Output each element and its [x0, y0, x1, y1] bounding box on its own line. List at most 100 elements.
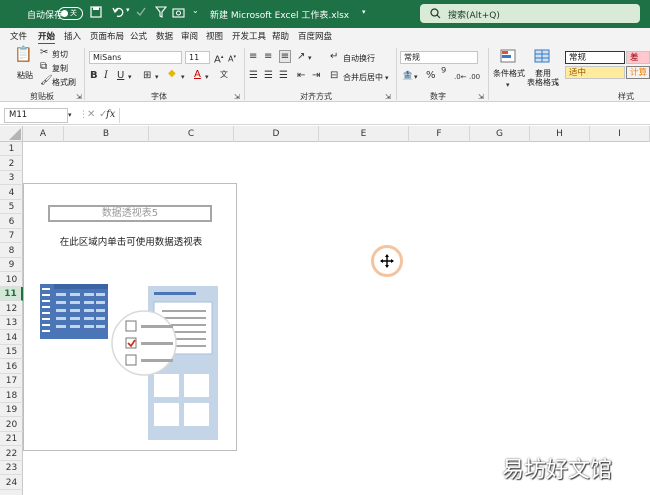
merge-dropdown-icon[interactable]: ▾: [385, 72, 389, 84]
wrap-text-button[interactable]: 自动换行: [343, 53, 375, 64]
row-header-17[interactable]: 17: [0, 374, 23, 388]
number-format-select[interactable]: 常规: [400, 51, 478, 64]
tab-developer[interactable]: 开发工具: [232, 30, 266, 42]
row-header-16[interactable]: 16: [0, 360, 23, 374]
increase-decimal-icon[interactable]: .0←: [454, 71, 467, 83]
paste-icon[interactable]: 📋: [14, 47, 33, 62]
align-middle-icon[interactable]: ≡: [264, 51, 272, 63]
decrease-decimal-icon[interactable]: .00: [469, 71, 480, 83]
formula-input[interactable]: [119, 108, 650, 123]
clipboard-launcher-icon[interactable]: ⇲: [76, 91, 82, 103]
row-header-11[interactable]: 11: [0, 287, 23, 301]
merge-icon[interactable]: ⊟: [330, 70, 338, 82]
conditional-format-dropdown-icon[interactable]: ▾: [506, 79, 510, 91]
merge-center-button[interactable]: 合并后居中: [343, 72, 383, 83]
borders-icon[interactable]: ⊞: [143, 70, 151, 82]
copy-icon[interactable]: ⧉: [40, 61, 47, 73]
orientation-dropdown-icon[interactable]: ▾: [308, 52, 312, 64]
format-painter-button[interactable]: 格式刷: [52, 77, 76, 88]
align-top-icon[interactable]: ≡: [249, 51, 257, 63]
row-header-8[interactable]: 8: [0, 244, 23, 258]
row-header-6[interactable]: 6: [0, 215, 23, 229]
search-box[interactable]: 搜索(Alt+Q): [420, 4, 640, 23]
row-header-20[interactable]: 20: [0, 418, 23, 432]
column-header-g[interactable]: G: [470, 126, 530, 142]
column-header-d[interactable]: D: [234, 126, 319, 142]
wrap-text-icon[interactable]: ↵: [330, 51, 338, 63]
fill-color-dropdown-icon[interactable]: ▾: [181, 71, 185, 83]
row-header-2[interactable]: 2: [0, 157, 23, 171]
align-right-icon[interactable]: ☰: [279, 70, 288, 82]
column-header-a[interactable]: A: [23, 126, 64, 142]
tab-formulas[interactable]: 公式: [130, 30, 147, 42]
row-header-21[interactable]: 21: [0, 432, 23, 446]
currency-dropdown-icon[interactable]: ▾: [414, 71, 418, 83]
pivot-table-placeholder[interactable]: 数据透视表5 在此区域内单击可使用数据透视表: [23, 183, 237, 451]
row-header-15[interactable]: 15: [0, 345, 23, 359]
cancel-icon[interactable]: ✕: [87, 109, 95, 121]
scissors-icon[interactable]: ✂: [40, 47, 48, 59]
paste-button[interactable]: 粘贴: [17, 70, 33, 81]
conditional-format-button[interactable]: 条件格式: [493, 68, 525, 79]
row-header-22[interactable]: 22: [0, 447, 23, 461]
underline-dropdown-icon[interactable]: ▾: [128, 71, 132, 83]
column-header-h[interactable]: H: [530, 126, 590, 142]
row-header-13[interactable]: 13: [0, 316, 23, 330]
tab-review[interactable]: 审阅: [181, 30, 198, 42]
column-header-b[interactable]: B: [64, 126, 149, 142]
row-header-18[interactable]: 18: [0, 389, 23, 403]
phonetic-icon[interactable]: 文: [220, 69, 228, 81]
font-color-dropdown-icon[interactable]: ▾: [205, 71, 209, 83]
font-color-icon[interactable]: A: [194, 69, 201, 81]
column-header-e[interactable]: E: [319, 126, 409, 142]
row-header-10[interactable]: 10: [0, 273, 23, 287]
row-header-4[interactable]: 4: [0, 186, 23, 200]
brush-icon[interactable]: 🖌: [40, 75, 53, 87]
font-launcher-icon[interactable]: ⇲: [234, 91, 240, 103]
redo-icon[interactable]: [135, 6, 149, 20]
row-header-1[interactable]: 1: [0, 142, 23, 156]
comma-style-icon[interactable]: ⁹: [441, 67, 446, 80]
tab-page-layout[interactable]: 页面布局: [90, 30, 124, 42]
row-header-14[interactable]: 14: [0, 331, 23, 345]
cut-button[interactable]: 剪切: [52, 49, 68, 60]
filter-icon[interactable]: [154, 6, 169, 20]
decrease-font-icon[interactable]: A▾: [228, 51, 236, 66]
copy-button[interactable]: 复制: [52, 63, 68, 74]
title-chevron-down-icon[interactable]: ▾: [362, 8, 366, 16]
style-bad[interactable]: 差: [626, 51, 650, 64]
format-as-table-icon[interactable]: [534, 49, 550, 63]
font-size-select[interactable]: 11: [185, 51, 210, 64]
camera-icon[interactable]: [172, 6, 186, 20]
row-header-19[interactable]: 19: [0, 403, 23, 417]
tab-help[interactable]: 帮助: [272, 30, 289, 42]
row-header-3[interactable]: 3: [0, 171, 23, 185]
align-bottom-icon[interactable]: ≡: [279, 50, 291, 63]
row-header-12[interactable]: 12: [0, 302, 23, 316]
format-as-table-dropdown-icon[interactable]: ▾: [555, 78, 559, 90]
tab-home[interactable]: 开始: [38, 30, 56, 45]
align-center-icon[interactable]: ☰: [264, 70, 273, 82]
percent-icon[interactable]: %: [426, 70, 436, 82]
column-header-c[interactable]: C: [149, 126, 234, 142]
decrease-indent-icon[interactable]: ⇤: [297, 70, 305, 82]
number-launcher-icon[interactable]: ⇲: [478, 91, 484, 103]
undo-icon[interactable]: [112, 6, 126, 20]
bold-icon[interactable]: B: [90, 70, 98, 82]
style-neutral[interactable]: 适中: [565, 66, 625, 79]
tab-insert[interactable]: 插入: [64, 30, 81, 42]
save-icon[interactable]: [90, 6, 104, 20]
currency-icon[interactable]: 🏦: [402, 70, 413, 82]
column-header-i[interactable]: I: [590, 126, 650, 142]
style-normal[interactable]: 常规: [565, 51, 625, 64]
autosave-toggle[interactable]: 关: [58, 7, 83, 20]
conditional-format-icon[interactable]: [500, 49, 516, 63]
insert-function-icon[interactable]: fx: [106, 109, 115, 121]
style-calculation[interactable]: 计算: [626, 66, 650, 79]
tab-baidu-netdisk[interactable]: 百度网盘: [298, 30, 332, 42]
row-header-24[interactable]: 24: [0, 476, 23, 490]
align-left-icon[interactable]: ☰: [249, 70, 258, 82]
orientation-icon[interactable]: ↗: [297, 51, 305, 63]
tab-file[interactable]: 文件: [10, 30, 27, 42]
row-header-5[interactable]: 5: [0, 200, 23, 214]
